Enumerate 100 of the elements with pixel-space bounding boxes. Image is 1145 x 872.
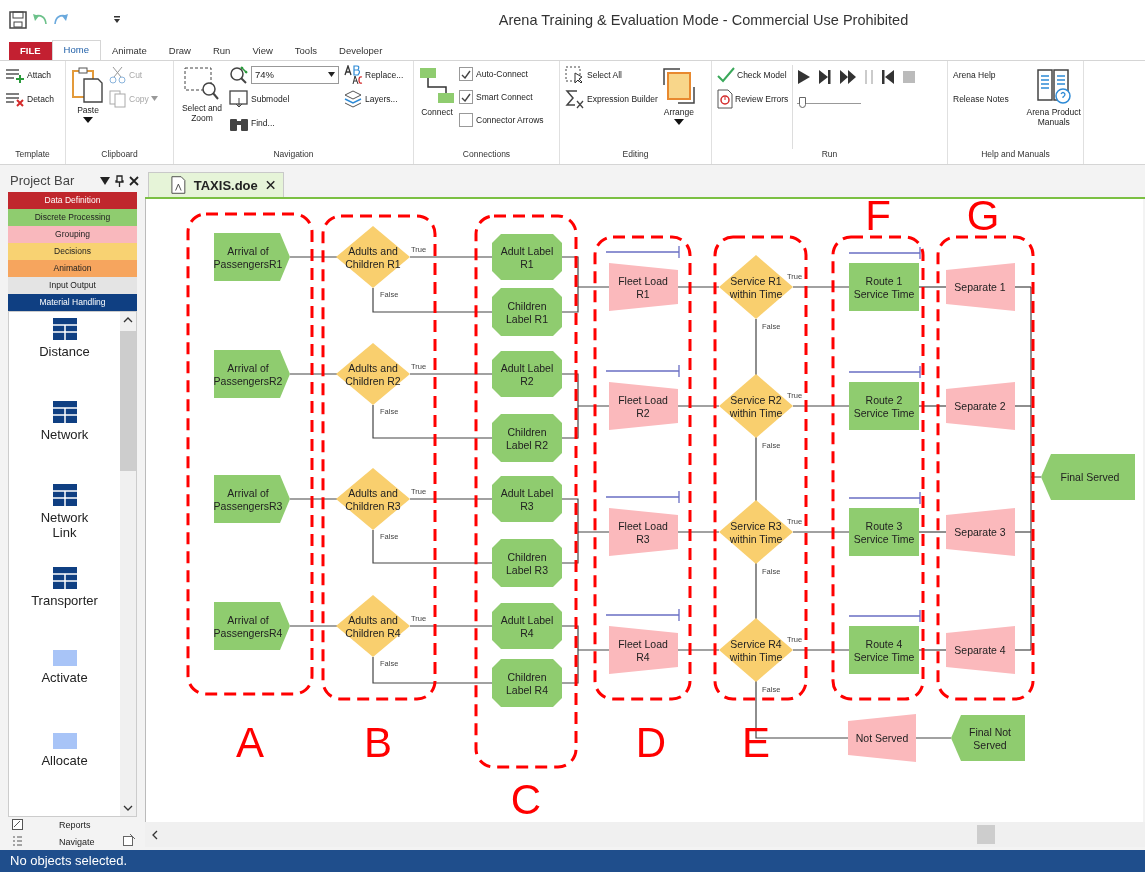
- close-icon[interactable]: [265, 180, 275, 190]
- caret-icon: [673, 118, 684, 125]
- ribbon-tab[interactable]: View: [241, 41, 284, 60]
- connector-line: [677, 531, 720, 533]
- attach-icon: [5, 66, 25, 83]
- assign-module: Children Label R1: [492, 288, 562, 336]
- connector-line: [561, 498, 610, 564]
- submodel-icon: [229, 89, 249, 108]
- connector-line: [677, 649, 720, 651]
- group-label: Navigation: [272, 149, 315, 161]
- group-label: Run: [820, 149, 839, 161]
- arrange-icon: [661, 66, 696, 105]
- module-item[interactable]: Transporter: [9, 566, 120, 650]
- scroll-left-icon[interactable]: [151, 829, 159, 840]
- start-over-icon[interactable]: [881, 68, 896, 85]
- document-tab[interactable]: TAXIS.doe: [148, 172, 284, 197]
- create-module: Arrival of PassengersR3: [213, 475, 290, 523]
- navigate-settings-icon[interactable]: [123, 834, 135, 846]
- zoom-field[interactable]: 74%: [251, 65, 339, 84]
- replace-button[interactable]: Replace...: [343, 64, 404, 85]
- select-all-button[interactable]: Select All: [565, 64, 658, 85]
- ribbon-tab[interactable]: Tools: [283, 41, 328, 60]
- step-icon[interactable]: [818, 68, 833, 85]
- dropdown-icon: [328, 72, 335, 78]
- manuals-button[interactable]: Arena Product Manuals: [1020, 64, 1087, 149]
- connector-line: [289, 373, 338, 375]
- speed-slider[interactable]: [797, 96, 862, 109]
- ribbon-tab[interactable]: Run: [201, 41, 242, 60]
- select-zoom-button[interactable]: Select and Zoom: [179, 64, 225, 149]
- scrollbar-thumb[interactable]: [977, 825, 995, 844]
- connector-line: [561, 625, 610, 684]
- expression-builder-button[interactable]: Expression Builder: [565, 88, 658, 109]
- window-title: Arena Training & Evaluation Mode - Commercial Use Prohibited: [497, 11, 910, 28]
- separate-module: Separate 2: [946, 382, 1015, 430]
- option-checkbox[interactable]: Auto-Connect: [459, 64, 544, 84]
- dropdown-icon[interactable]: [100, 176, 110, 185]
- process-module: Route 1 Service Time: [849, 263, 919, 311]
- replace-icon: [343, 64, 363, 85]
- decide-module: Adults and Children R2: [336, 343, 410, 405]
- check-model-button[interactable]: Check Model: [717, 64, 789, 85]
- module-item[interactable]: Network Link: [9, 483, 120, 567]
- option-checkbox[interactable]: Connector Arrows: [459, 110, 544, 130]
- connector-line: [918, 405, 947, 407]
- project-bar-button[interactable]: Reports: [0, 816, 145, 834]
- assign-module: Children Label R3: [492, 539, 562, 587]
- option-checkbox[interactable]: Smart Connect: [459, 87, 544, 107]
- group-letter: E: [742, 719, 770, 766]
- find-button[interactable]: Find...: [229, 112, 339, 133]
- slider-thumb[interactable]: [799, 96, 807, 108]
- panel-header[interactable]: Data Definition: [8, 191, 137, 209]
- release-notes-link[interactable]: Release Notes: [953, 88, 1009, 109]
- connector-line: [289, 498, 338, 500]
- save-icon[interactable]: [8, 9, 28, 30]
- ribbon-tab[interactable]: Animate: [100, 41, 158, 60]
- book-help-icon: [1035, 66, 1072, 105]
- table-icon: [52, 317, 77, 340]
- ribbon-tab[interactable]: Developer: [328, 41, 394, 60]
- detach-button[interactable]: Detach: [5, 88, 60, 109]
- scroll-down-icon[interactable]: [123, 804, 133, 812]
- scrollbar-thumb[interactable]: [120, 330, 136, 471]
- ribbon-tab[interactable]: Draw: [157, 41, 202, 60]
- arena-help-link[interactable]: Arena Help: [953, 64, 1009, 85]
- module-item[interactable]: Allocate: [9, 732, 120, 816]
- connect-button[interactable]: Connect: [419, 64, 455, 149]
- arrange-button[interactable]: Arrange: [661, 64, 696, 149]
- module-item[interactable]: Network: [9, 400, 120, 484]
- module-item[interactable]: Activate: [9, 649, 120, 733]
- play-icon[interactable]: [797, 68, 812, 85]
- batch-module: Fleet Load R2: [609, 382, 678, 430]
- group-letter: F: [865, 199, 891, 239]
- group-label: Template: [14, 149, 51, 161]
- review-errors-button[interactable]: Review Errors: [717, 88, 789, 109]
- separate-module: Separate 3: [946, 508, 1015, 556]
- layers-button[interactable]: Layers...: [343, 88, 404, 109]
- attach-button[interactable]: Attach: [5, 64, 60, 85]
- assign-module: Adult Label R2: [492, 351, 562, 397]
- process-module: Route 4 Service Time: [849, 626, 919, 674]
- project-bar-button[interactable]: Navigate: [0, 833, 145, 850]
- submodel-button[interactable]: Submodel: [229, 88, 339, 109]
- group-label: Connections: [461, 149, 512, 161]
- caret-icon: [83, 116, 93, 123]
- ribbon-tab[interactable]: FILE: [9, 41, 52, 60]
- table-icon: [52, 400, 77, 423]
- customize-icon[interactable]: [113, 14, 121, 25]
- batch-module: Fleet Load R4: [609, 626, 678, 674]
- separate-module: Separate 1: [946, 263, 1015, 311]
- assign-module: Adult Label R3: [492, 476, 562, 522]
- dispose-module: Final Served: [1041, 454, 1135, 500]
- module-icon: [52, 649, 77, 666]
- paste-button[interactable]: Paste: [71, 64, 105, 149]
- checkmark-icon: [717, 66, 735, 83]
- fast-forward-icon[interactable]: [839, 68, 858, 85]
- group-letter: D: [635, 719, 667, 766]
- module-item[interactable]: Distance: [9, 317, 120, 401]
- pin-icon[interactable]: [115, 174, 124, 187]
- decide-module: Adults and Children R4: [336, 595, 410, 657]
- scroll-up-icon[interactable]: [123, 315, 133, 323]
- close-icon[interactable]: [129, 175, 139, 186]
- report-icon: [12, 819, 23, 831]
- checkmark-icon: [461, 92, 471, 102]
